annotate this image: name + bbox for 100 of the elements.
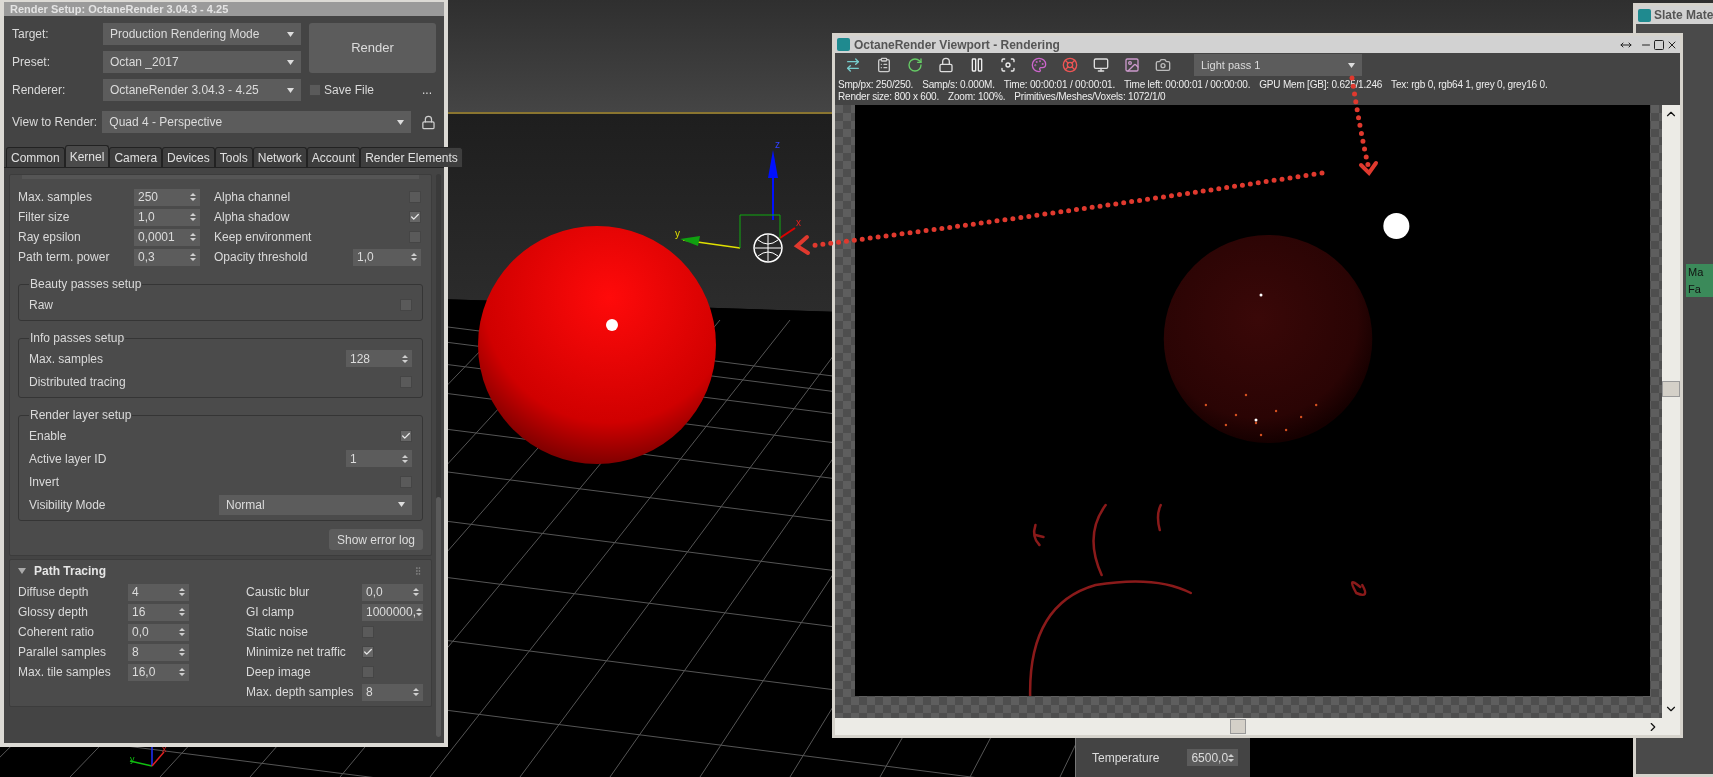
spinner-arrows-icon[interactable]	[190, 232, 196, 242]
material-node[interactable]: Ma Fa	[1686, 264, 1713, 297]
render-stat: Zoom: 100%.	[948, 91, 1006, 103]
refresh-icon[interactable]	[907, 57, 923, 73]
tab[interactable]: Render Elements	[360, 147, 463, 167]
param-label: Temperature	[1092, 749, 1160, 767]
tab[interactable]: Devices	[162, 147, 215, 167]
vertical-scrollbar[interactable]	[1662, 105, 1680, 718]
maximize-icon[interactable]	[1653, 38, 1665, 51]
scrollbar[interactable]	[436, 174, 441, 737]
save-file-checkbox[interactable]: Save File	[309, 81, 375, 99]
dropdown[interactable]: Light pass 1	[1194, 54, 1362, 76]
node-label: Fa	[1688, 281, 1702, 297]
spinner-arrows-icon[interactable]	[179, 627, 185, 637]
param-label: Minimize net traffic	[246, 644, 347, 661]
spinner-field[interactable]: 1,0	[353, 248, 421, 266]
monitor-icon[interactable]	[1093, 57, 1109, 73]
grip-icon[interactable]	[413, 566, 423, 576]
render-stat: Time left: 00:00:01 / 00:00:00.	[1123, 79, 1251, 91]
field-label: Target:	[12, 26, 50, 43]
picture-icon[interactable]	[1124, 57, 1140, 73]
dropdown[interactable]: OctaneRender 3.04.3 - 4.25	[103, 79, 301, 101]
render-button[interactable]: Render	[309, 23, 436, 73]
camera-icon[interactable]	[1155, 57, 1171, 73]
spinner-field[interactable]: 6500,0	[1187, 749, 1239, 766]
tab[interactable]: Camera	[109, 147, 163, 167]
spinner-field[interactable]: 250	[134, 188, 200, 206]
spinner-field[interactable]: 0,3	[134, 248, 200, 266]
checkbox[interactable]	[362, 646, 374, 658]
app-logo-icon	[1638, 8, 1651, 22]
dropdown-caret-icon	[287, 87, 294, 93]
checkbox[interactable]	[409, 211, 421, 223]
window-title: Slate Mate	[1654, 7, 1713, 24]
param-label: Enable	[29, 427, 67, 445]
spinner-arrows-icon[interactable]	[413, 687, 419, 697]
spinner-field[interactable]: 0,0001	[134, 228, 200, 246]
spinner-field[interactable]: 1,0	[134, 208, 200, 226]
palette-icon[interactable]	[1031, 57, 1047, 73]
focus-icon[interactable]	[1000, 57, 1016, 73]
spinner-arrows-icon[interactable]	[179, 587, 185, 597]
tab[interactable]: Kernel	[64, 145, 110, 167]
spinner-field[interactable]: 8	[128, 643, 189, 661]
more-button[interactable]: ...	[418, 81, 436, 99]
tab[interactable]: Network	[252, 147, 307, 167]
dropdown[interactable]: Normal	[219, 494, 412, 515]
scroll-thumb[interactable]	[1662, 381, 1680, 397]
rollout-title[interactable]: Path Tracing	[34, 562, 107, 580]
param-label: Opacity threshold	[214, 249, 308, 266]
spinner-field[interactable]: 16,0	[128, 663, 189, 681]
spinner-field[interactable]: 0,0	[128, 623, 189, 641]
show-error-log-button[interactable]: Show error log	[328, 529, 423, 550]
spinner-arrows-icon[interactable]	[190, 212, 196, 222]
spinner-field[interactable]: 16	[128, 603, 189, 621]
clipboard-icon[interactable]	[876, 57, 892, 73]
tab[interactable]: Common	[6, 147, 65, 167]
arrows-icon[interactable]	[845, 57, 861, 73]
spinner-arrows-icon[interactable]	[402, 353, 408, 364]
render-stat: Render size: 800 x 600.	[838, 91, 940, 103]
spinner-field[interactable]: 1000000,	[362, 603, 423, 621]
window-title: Render Setup: OctaneRender 3.04.3 - 4.25	[10, 2, 229, 16]
spinner-arrows-icon[interactable]	[413, 587, 419, 597]
pause-icon[interactable]	[969, 57, 985, 73]
tab[interactable]: Account	[306, 147, 361, 167]
spinner-field[interactable]: 0,0	[362, 583, 423, 601]
spinner-arrows-icon[interactable]	[402, 453, 408, 464]
spinner-arrows-icon[interactable]	[179, 647, 185, 657]
lock-icon[interactable]	[938, 57, 954, 73]
light-gizmo-drawing[interactable]	[680, 150, 796, 263]
lock-icon[interactable]	[421, 114, 436, 130]
spinner-arrows-icon[interactable]	[179, 667, 185, 677]
param-label: Glossy depth	[18, 604, 90, 621]
scroll-thumb[interactable]	[1230, 719, 1246, 734]
spinner-field[interactable]: 4	[128, 583, 189, 601]
spinner-arrows-icon[interactable]	[190, 192, 196, 202]
axis-label: z	[775, 139, 780, 150]
param-label: Static noise	[246, 624, 310, 641]
lifebuoy-icon[interactable]	[1062, 57, 1078, 73]
horizontal-scrollbar[interactable]	[835, 718, 1680, 735]
spinner-field[interactable]: 1	[346, 450, 412, 467]
param-label: Active layer ID	[29, 450, 107, 468]
render-stat: Tex: rgb 0, rgb64 1, grey 0, grey16 0.	[1391, 79, 1548, 91]
dropdown[interactable]: Quad 4 - Perspective	[102, 111, 412, 133]
param-label: Distributed tracing	[29, 373, 126, 391]
spinner-arrows-icon[interactable]	[416, 607, 423, 617]
light-dot	[1383, 213, 1410, 239]
dropdown[interactable]: Octan _2017	[103, 51, 301, 73]
collapse-triangle-icon[interactable]	[18, 568, 26, 574]
spinner-arrows-icon[interactable]	[190, 252, 196, 262]
param-label: Parallel samples	[18, 644, 108, 661]
spinner-field[interactable]: 128	[346, 350, 412, 367]
tab[interactable]: Tools	[214, 147, 253, 167]
sphere[interactable]	[478, 226, 716, 464]
spinner-field[interactable]: 8	[362, 683, 423, 701]
spinner-arrows-icon[interactable]	[1228, 752, 1235, 763]
spinner-arrows-icon[interactable]	[179, 607, 185, 617]
param-label: GI clamp	[246, 604, 295, 621]
checkbox[interactable]	[400, 429, 412, 442]
dropdown[interactable]: Production Rendering Mode	[103, 23, 301, 45]
render-stat: Smp/px: 250/250.	[838, 79, 914, 91]
spinner-arrows-icon[interactable]	[411, 252, 417, 262]
